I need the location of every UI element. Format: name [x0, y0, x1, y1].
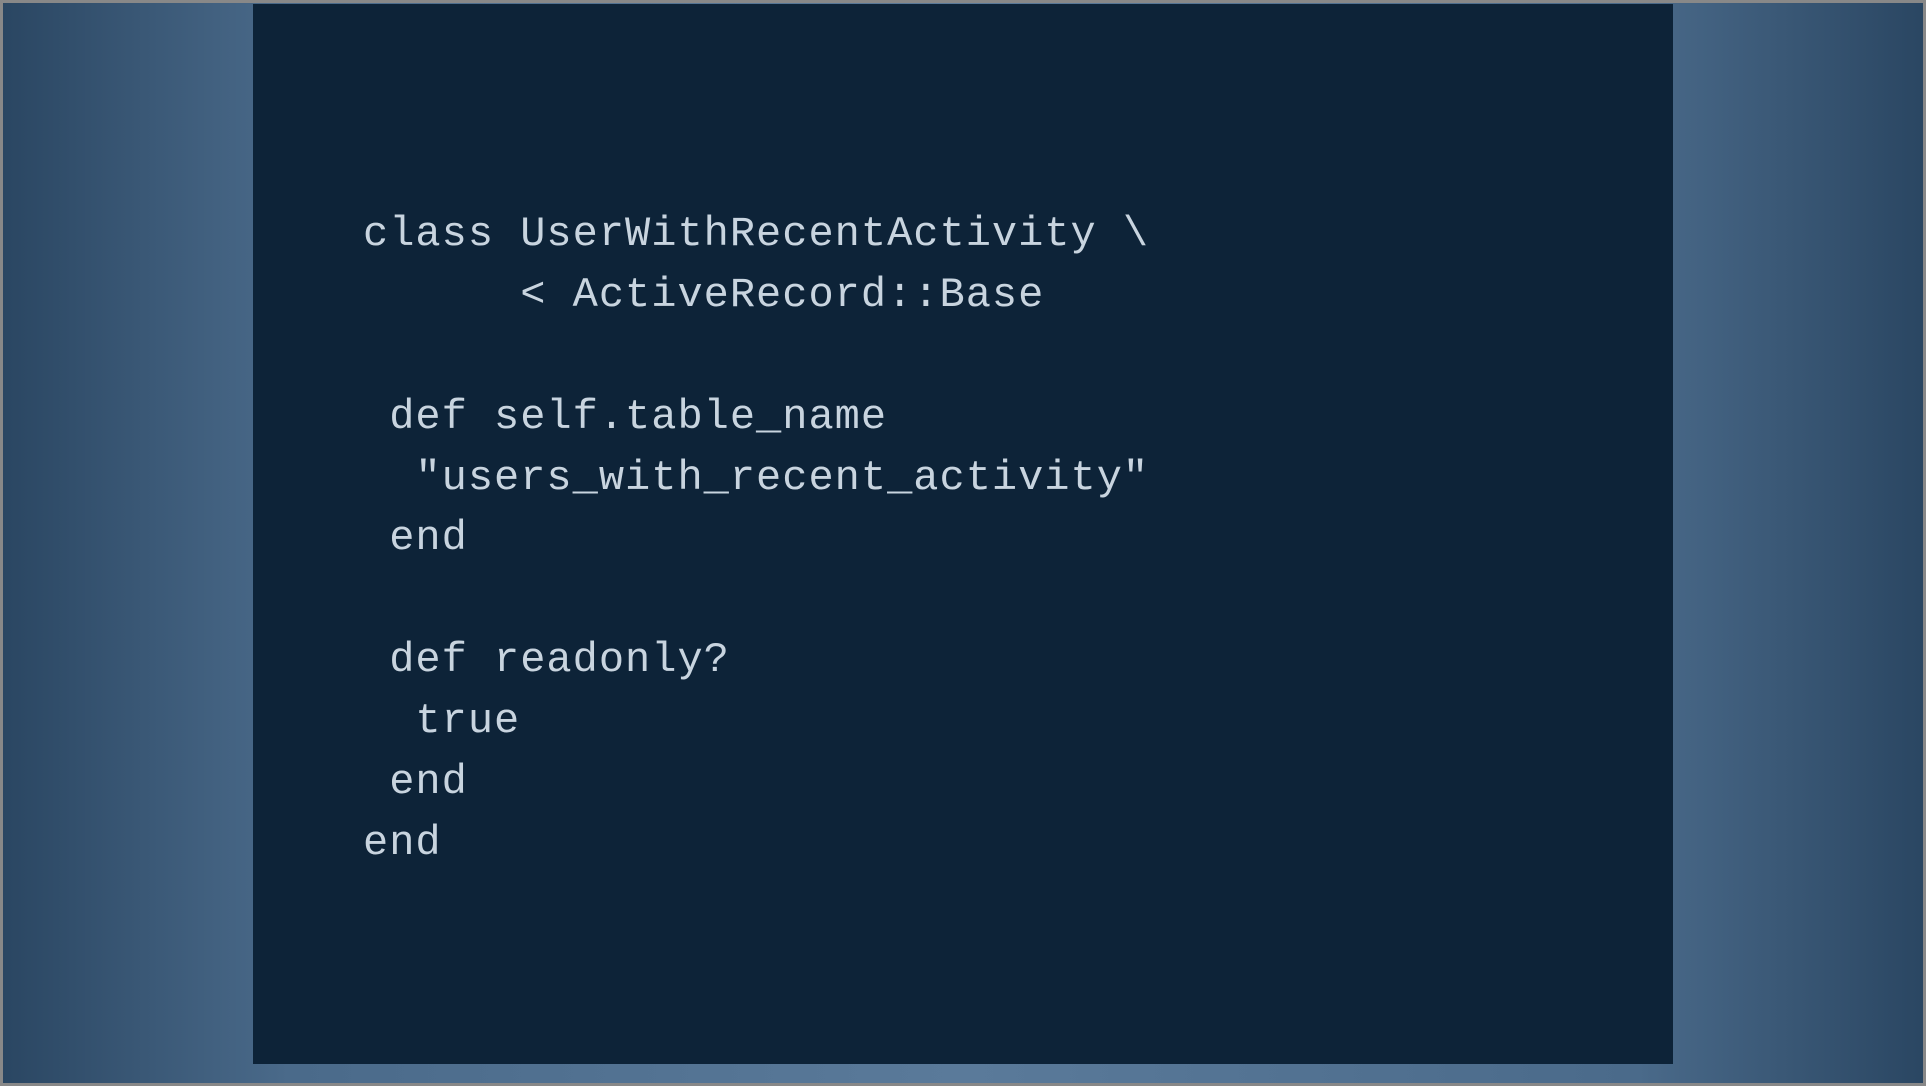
code-block: class UserWithRecentActivity \ < ActiveR… — [363, 204, 1573, 874]
code-line-9: true — [363, 697, 520, 745]
code-line-8: def readonly? — [363, 636, 730, 684]
code-line-4: def self.table_name — [363, 393, 887, 441]
code-line-2: < ActiveRecord::Base — [363, 271, 1044, 319]
code-line-10: end — [363, 758, 468, 806]
code-line-6: end — [363, 514, 468, 562]
code-line-5: "users_with_recent_activity" — [363, 454, 1149, 502]
slide-panel: class UserWithRecentActivity \ < ActiveR… — [253, 4, 1673, 1064]
code-line-1: class UserWithRecentActivity \ — [363, 210, 1149, 258]
code-line-11: end — [363, 819, 442, 867]
